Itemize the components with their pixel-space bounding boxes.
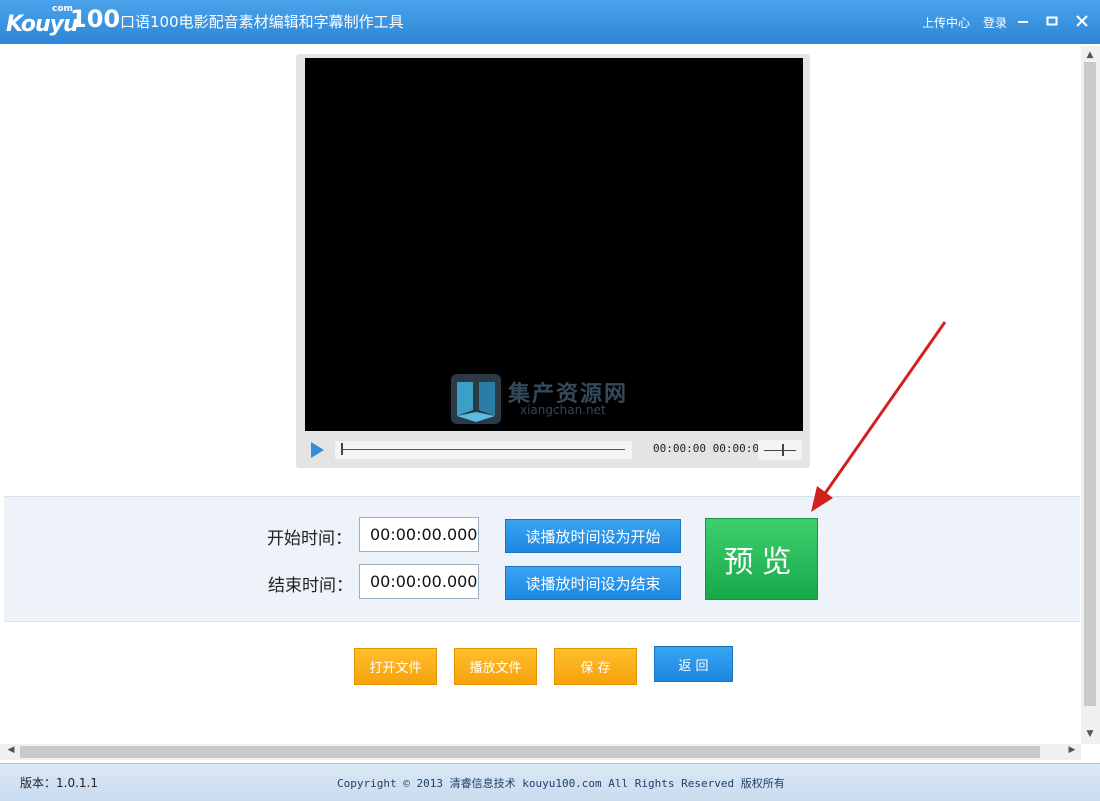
window-title: 口语100电影配音素材编辑和字幕制作工具 — [120, 13, 404, 31]
scroll-up-icon[interactable]: ▲ — [1083, 50, 1097, 60]
minimize-button[interactable] — [1012, 10, 1034, 32]
close-button[interactable] — [1071, 10, 1093, 32]
seek-line — [342, 449, 625, 450]
annotation-arrow-icon — [811, 321, 947, 512]
set-end-from-playback-button[interactable]: 读播放时间设为结束 — [505, 566, 681, 600]
title-bar: com Kouyu 100 口语100电影配音素材编辑和字幕制作工具 上传中心 … — [0, 0, 1100, 44]
maximize-icon — [1046, 16, 1058, 26]
current-time: 00:00:00 — [653, 442, 706, 455]
play-file-button[interactable]: 播放文件 — [454, 648, 537, 685]
minimize-icon — [1018, 21, 1028, 23]
volume-line — [764, 450, 796, 451]
watermark-logo-icon — [451, 374, 501, 424]
vertical-scroll-thumb[interactable] — [1084, 62, 1096, 706]
preview-button-label: 预览 — [723, 545, 800, 580]
copyright-text: Copyright © 2013 清睿信息技术 kouyu100.com All… — [337, 777, 785, 790]
set-end-button-label: 读播放时间设为结束 — [525, 574, 661, 593]
preview-button[interactable]: 预览 — [705, 518, 818, 600]
horizontal-scroll-thumb[interactable] — [20, 746, 1040, 758]
open-file-label: 打开文件 — [369, 661, 422, 676]
end-time-label: 结束时间： — [268, 576, 353, 596]
upload-center-link[interactable]: 上传中心 — [922, 14, 970, 31]
close-icon — [1076, 15, 1088, 27]
volume-handle[interactable] — [782, 444, 784, 456]
start-time-label: 开始时间： — [267, 529, 352, 549]
scroll-right-icon[interactable]: ▶ — [1065, 745, 1079, 755]
set-start-from-playback-button[interactable]: 读播放时间设为开始 — [505, 519, 681, 553]
login-link[interactable]: 登录 — [983, 14, 1007, 31]
save-button[interactable]: 保 存 — [554, 648, 637, 685]
maximize-button[interactable] — [1041, 10, 1063, 32]
open-file-button[interactable]: 打开文件 — [354, 648, 437, 685]
kouyu100-logo: com Kouyu 100 — [6, 4, 120, 40]
time-display: 00:00:00 00:00:00 — [653, 442, 766, 455]
play-icon[interactable] — [309, 441, 325, 459]
time-range-panel — [4, 496, 1080, 622]
set-start-button-label: 读播放时间设为开始 — [525, 527, 661, 546]
back-label: 返 回 — [678, 658, 709, 674]
watermark-subtext: xiangchan.net — [520, 403, 606, 417]
save-label: 保 存 — [580, 661, 611, 676]
back-button[interactable]: 返 回 — [654, 646, 733, 682]
start-time-input[interactable] — [359, 517, 479, 552]
end-time-input[interactable] — [359, 564, 479, 599]
play-file-label: 播放文件 — [469, 661, 522, 676]
version-text: 版本：1.0.1.1 — [20, 776, 98, 790]
seek-handle[interactable] — [341, 443, 343, 455]
scroll-down-icon[interactable]: ▼ — [1083, 729, 1097, 739]
scroll-left-icon[interactable]: ◀ — [4, 745, 18, 755]
logo-number: 100 — [70, 5, 121, 33]
logo-brand: Kouyu — [6, 12, 79, 37]
seek-bar[interactable] — [335, 441, 632, 459]
